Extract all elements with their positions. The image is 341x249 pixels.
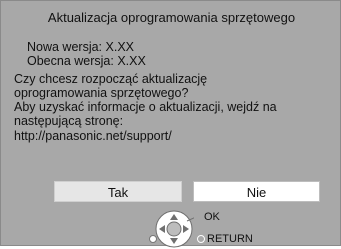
message-line-1: Czy chcesz rozpocząć aktualizację (14, 72, 208, 86)
update-dialog: Aktualizacja oprogramowania sprzętowego … (0, 0, 341, 248)
dialog-title: Aktualizacja oprogramowania sprzętowego (47, 10, 296, 25)
new-version-value: X.XX (105, 40, 135, 54)
current-version-value: X.XX (117, 54, 146, 68)
support-url: http://panasonic.net/support/ (14, 129, 172, 143)
new-version-row: Nowa wersja: X.XX (27, 41, 134, 54)
new-version-label: Nowa wersja: (27, 40, 103, 54)
current-version-label: Obecna wersja: (27, 54, 114, 68)
no-button[interactable]: Nie (193, 181, 320, 202)
return-hint: RETURN (207, 233, 253, 245)
dpad-icon (155, 210, 194, 248)
message-line-4: następującą stronę: (14, 114, 124, 128)
circle-icon (197, 235, 205, 243)
current-version-row: Obecna wersja: X.XX (27, 55, 146, 68)
dot-icon (149, 235, 157, 243)
message-line-2: oprogramowania sprzętowego? (14, 86, 189, 100)
message-line-3: Aby uzyskać informacje o aktualizacji, w… (14, 100, 277, 114)
yes-button[interactable]: Tak (54, 181, 182, 202)
ok-hint: OK (204, 211, 220, 223)
